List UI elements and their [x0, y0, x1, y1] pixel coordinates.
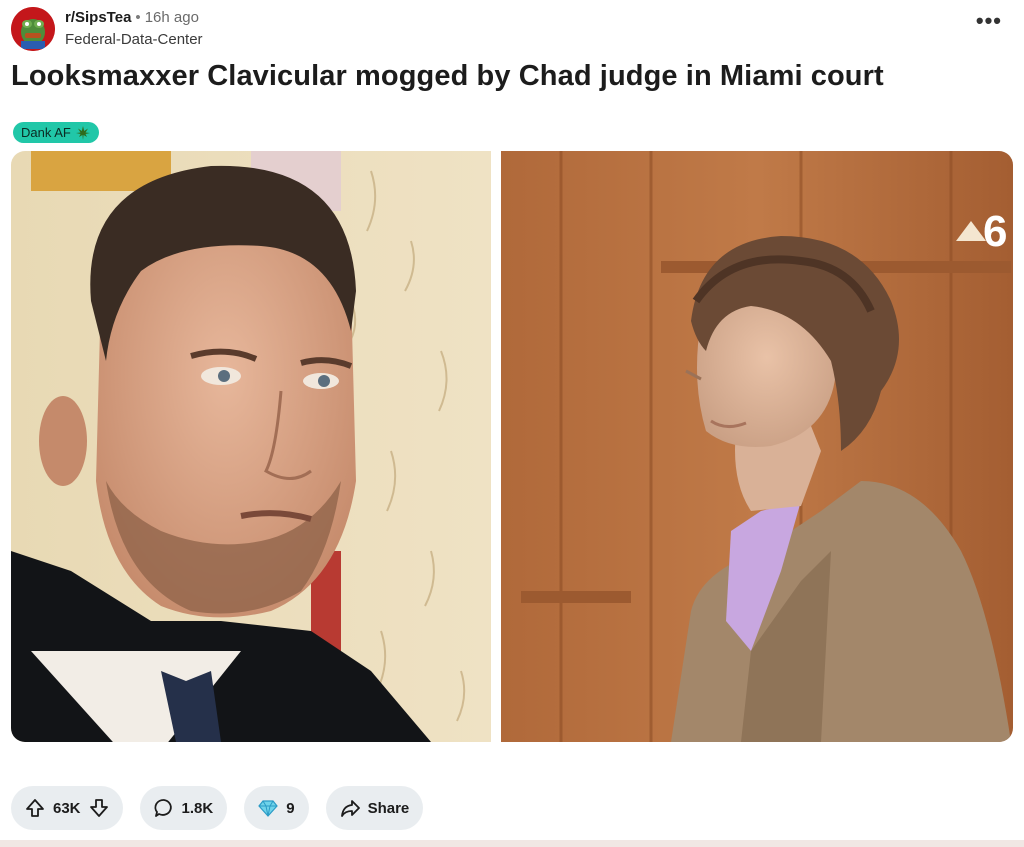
subreddit-link[interactable]: r/SipsTea: [65, 9, 131, 26]
share-label: Share: [367, 799, 410, 817]
comments-button[interactable]: 1.8K: [139, 786, 228, 830]
action-bar: 63K 1.8K 9 Share: [11, 786, 424, 830]
flair-label: Dank AF: [21, 125, 71, 140]
judge-portrait-image: [11, 151, 491, 742]
post-card[interactable]: r/SipsTea • 16h ago Federal-Data-Center ••…: [0, 0, 1024, 847]
station-watermark: 6: [983, 207, 1007, 256]
vote-control: 63K: [11, 786, 123, 830]
post-meta: r/SipsTea • 16h ago: [65, 9, 199, 26]
cannabis-leaf-icon: [75, 125, 91, 141]
upvote-icon[interactable]: [25, 798, 45, 818]
diamond-icon: [258, 800, 279, 817]
post-flair[interactable]: Dank AF: [13, 122, 99, 143]
share-icon: [340, 800, 360, 817]
bottom-divider: [0, 840, 1024, 847]
vote-count: 63K: [53, 799, 81, 817]
share-button[interactable]: Share: [325, 786, 424, 830]
comment-icon: [154, 799, 172, 817]
award-button[interactable]: 9: [244, 786, 309, 830]
more-options-icon[interactable]: •••: [976, 10, 1002, 32]
post-title[interactable]: Looksmaxxer Clavicular mogged by Chad ju…: [11, 60, 884, 93]
downvote-icon[interactable]: [89, 798, 109, 818]
award-count: 9: [286, 799, 295, 817]
defendant-courtroom-image: 6: [501, 151, 1013, 742]
comment-count: 1.8K: [181, 799, 214, 817]
author-link[interactable]: Federal-Data-Center: [65, 31, 203, 48]
subreddit-avatar[interactable]: [11, 7, 55, 51]
meta-separator: •: [135, 9, 141, 26]
post-time: 16h ago: [144, 9, 199, 26]
post-media[interactable]: 6: [11, 151, 1013, 742]
